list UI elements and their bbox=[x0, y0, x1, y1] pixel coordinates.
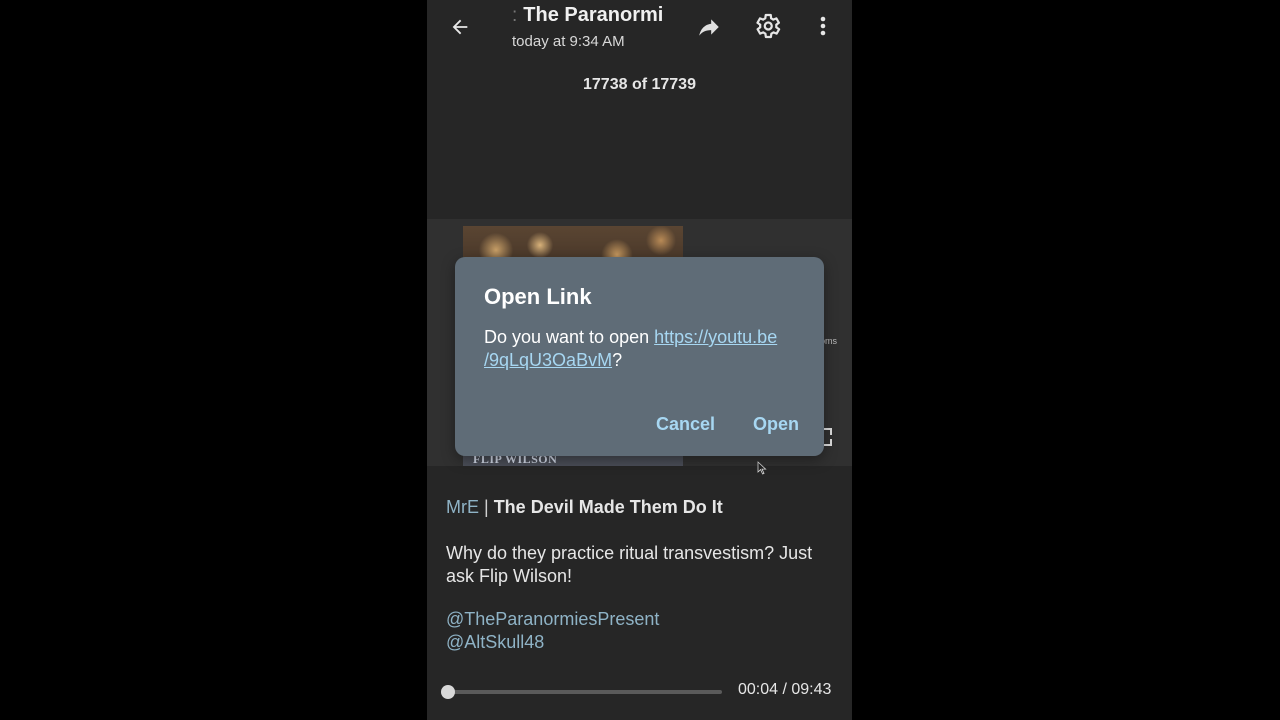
post-title: MrE | The Devil Made Them Do It bbox=[446, 497, 723, 518]
post-timestamp: today at 9:34 AM bbox=[512, 33, 625, 50]
playback-time: 00:04 / 09:43 bbox=[738, 681, 832, 698]
page-title: The Paranormies Present bbox=[523, 4, 662, 26]
back-button[interactable] bbox=[445, 12, 475, 42]
cursor-icon bbox=[757, 461, 767, 475]
dialog-message-prefix: Do you want to open bbox=[484, 327, 655, 347]
post-body: Why do they practice ritual transvestism… bbox=[446, 543, 813, 586]
chat-title: :The Paranormies Present bbox=[512, 4, 662, 30]
dialog-title: Open Link bbox=[484, 284, 592, 309]
title-separator: | bbox=[479, 497, 494, 517]
author-name[interactable]: MrE bbox=[446, 497, 479, 517]
media-counter: 17738 of 17739 bbox=[583, 76, 696, 93]
mention-link[interactable]: @AltSkull48 bbox=[446, 632, 544, 653]
cancel-button[interactable]: Cancel bbox=[656, 414, 715, 435]
more-options-button[interactable] bbox=[812, 12, 834, 42]
mention-link[interactable]: @TheParanormiesPresent bbox=[446, 609, 659, 630]
gear-icon bbox=[756, 13, 781, 39]
seek-bar[interactable] bbox=[440, 685, 722, 699]
dialog-link-line2[interactable]: /9qLqU3OaBvM bbox=[484, 350, 612, 370]
more-vertical-icon bbox=[820, 16, 826, 36]
quality-settings-button[interactable]: 480p bbox=[752, 11, 788, 45]
seek-bar-thumb[interactable] bbox=[440, 685, 455, 699]
open-button[interactable]: Open bbox=[753, 414, 799, 435]
title-prefix: : bbox=[512, 5, 518, 26]
dialog-message-suffix: ? bbox=[612, 350, 623, 370]
open-link-dialog: Open Link Do you want to open https://yo… bbox=[455, 257, 824, 456]
screen: :The Paranormies Present today at 9:34 A… bbox=[427, 0, 852, 720]
top-app-bar: :The Paranormies Present today at 9:34 A… bbox=[427, 0, 852, 60]
share-button[interactable] bbox=[696, 14, 724, 42]
arrow-left-icon bbox=[452, 19, 468, 35]
post-title-text: The Devil Made Them Do It bbox=[493, 497, 723, 517]
share-icon bbox=[699, 19, 719, 36]
dialog-link-line1[interactable]: https://youtu.be bbox=[654, 327, 777, 347]
dialog-message: Do you want to open https://youtu.be/9qL… bbox=[484, 326, 804, 372]
